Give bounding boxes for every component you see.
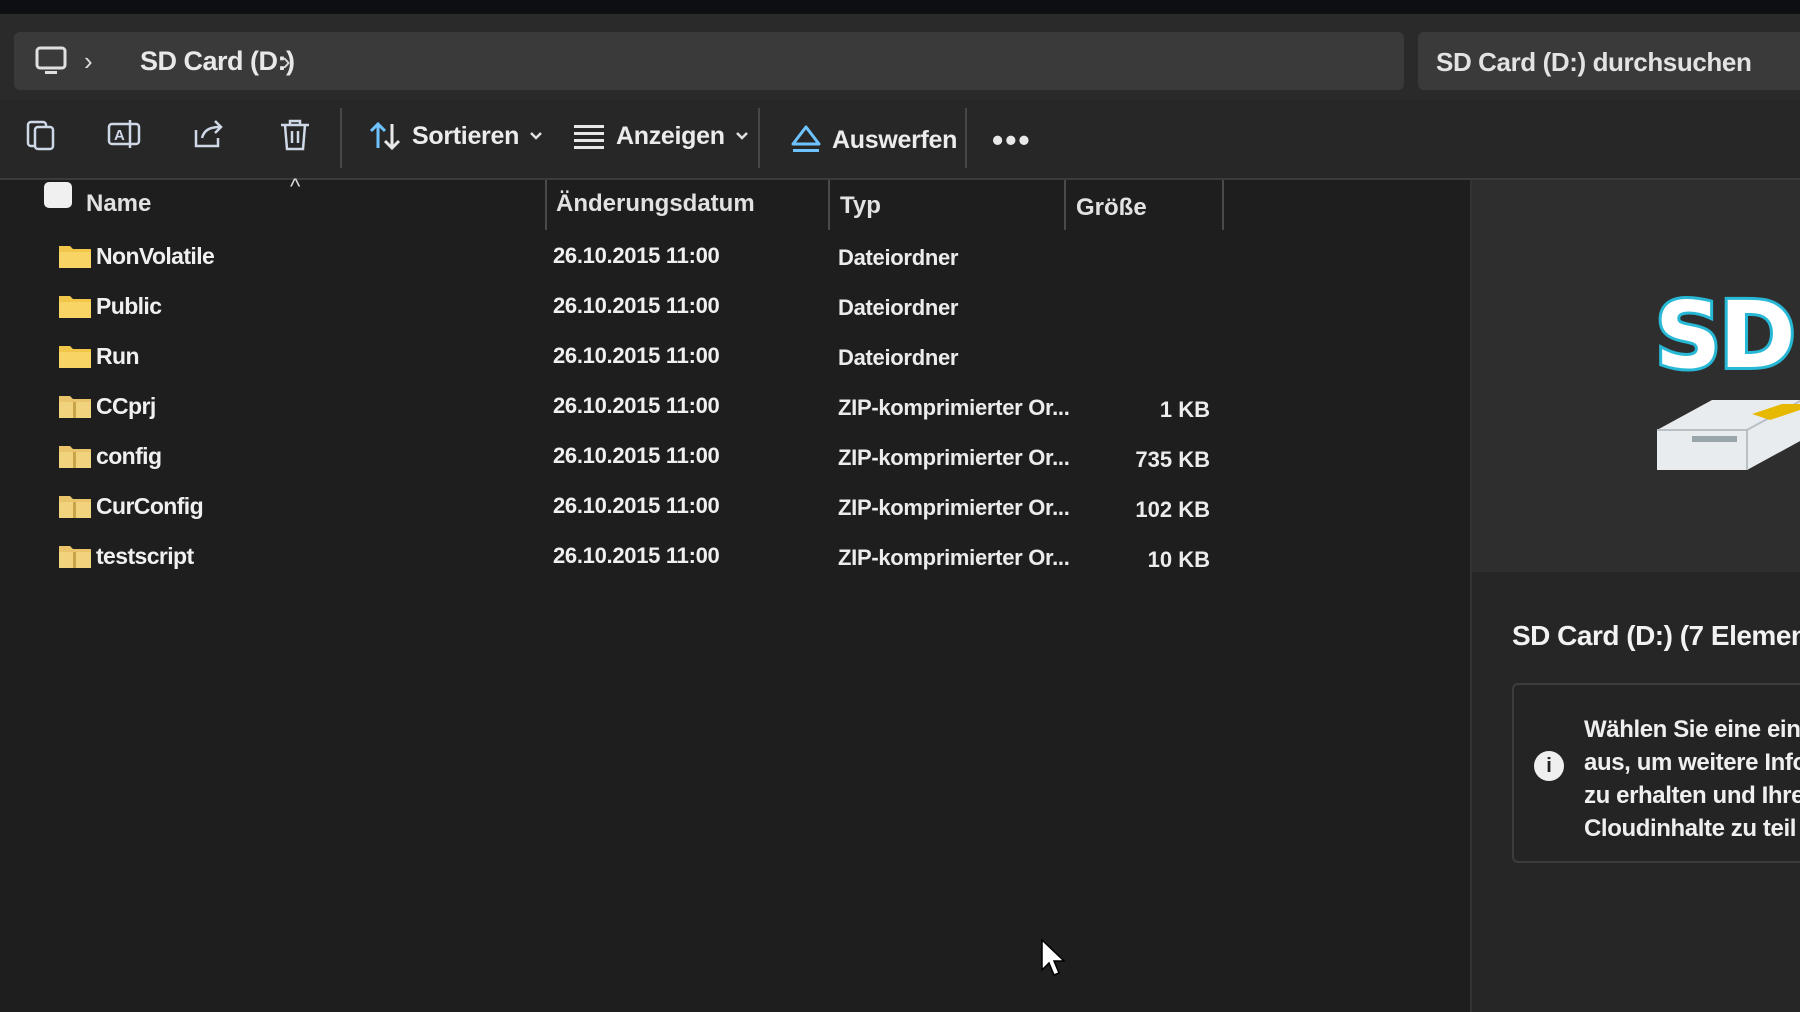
file-list: ^ Name Änderungsdatum Typ Größe NonVolat… <box>0 174 1470 1012</box>
toolbar-divider <box>965 108 967 168</box>
eject-label: Auswerfen <box>832 125 958 154</box>
preview-area: SD <box>1472 180 1800 572</box>
view-list-icon <box>574 125 604 149</box>
sort-icon <box>369 121 401 151</box>
column-header-size[interactable]: Größe <box>1076 180 1226 230</box>
file-row[interactable]: testscript 26.10.2015 11:00 ZIP-komprimi… <box>0 535 1230 585</box>
sort-label: Sortieren <box>412 121 520 150</box>
column-header-type[interactable]: Typ <box>840 180 1060 230</box>
file-row[interactable]: config 26.10.2015 11:00 ZIP-komprimierte… <box>0 435 1230 485</box>
file-date: 26.10.2015 11:00 <box>553 393 720 418</box>
eject-icon <box>791 125 821 152</box>
info-box: i Wählen Sie eine ein aus, um weitere In… <box>1512 683 1800 863</box>
view-button[interactable]: Anzeigen <box>572 116 749 156</box>
file-name: Public <box>96 293 162 319</box>
zip-folder-icon <box>59 446 91 468</box>
column-divider[interactable] <box>828 180 830 230</box>
column-divider[interactable] <box>1222 180 1224 230</box>
folder-icon <box>59 346 91 368</box>
command-bar: A Sortieren Anzeigen Auswerfen ••• <box>0 100 1800 180</box>
mouse-cursor-icon <box>1041 938 1066 976</box>
address-bar: › SD Card (D:) › SD Card (D:) durchsuche… <box>0 14 1800 100</box>
file-type: Dateiordner <box>838 295 959 320</box>
chevron-down-icon <box>735 132 748 140</box>
zip-folder-icon <box>59 396 91 418</box>
file-row[interactable]: Public 26.10.2015 11:00 Dateiordner <box>0 285 1230 335</box>
file-name: CCprj <box>96 393 156 419</box>
file-size: 10 KB <box>1147 547 1210 572</box>
file-name: CurConfig <box>96 493 204 519</box>
file-name: Run <box>96 343 140 369</box>
file-type: ZIP-komprimierter Or... <box>838 495 1070 520</box>
search-input[interactable]: SD Card (D:) durchsuchen <box>1418 32 1800 90</box>
file-name: NonVolatile <box>96 243 215 269</box>
pane-title: SD Card (D:) (7 Elemen <box>1512 620 1800 651</box>
file-size: 1 KB <box>1159 397 1210 422</box>
top-edge <box>0 0 1800 14</box>
file-row[interactable]: Run 26.10.2015 11:00 Dateiordner <box>0 335 1230 385</box>
rename-icon[interactable]: A <box>106 116 144 154</box>
info-icon: i <box>1534 751 1564 781</box>
file-name: testscript <box>96 543 194 569</box>
details-pane: SD SD Card (D:) (7 Elemen i Wählen Sie e… <box>1470 180 1800 1012</box>
this-pc-icon[interactable] <box>34 44 68 78</box>
column-header-date[interactable]: Änderungsdatum <box>556 180 826 230</box>
share-icon[interactable] <box>190 116 228 154</box>
file-row[interactable]: CurConfig 26.10.2015 11:00 ZIP-komprimie… <box>0 485 1230 535</box>
more-options-button[interactable]: ••• <box>992 122 1032 159</box>
file-type: ZIP-komprimierter Or... <box>838 395 1070 420</box>
breadcrumb[interactable]: › SD Card (D:) › <box>14 32 1404 90</box>
view-label: Anzeigen <box>616 121 725 150</box>
file-size: 102 KB <box>1135 497 1210 522</box>
eject-button[interactable]: Auswerfen <box>790 120 957 160</box>
folder-icon <box>59 246 91 268</box>
file-type: Dateiordner <box>838 345 959 370</box>
chevron-right-icon[interactable]: › <box>282 46 291 77</box>
select-all-checkbox[interactable] <box>44 182 72 208</box>
folder-icon <box>59 296 91 318</box>
sort-button[interactable]: Sortieren <box>368 116 543 156</box>
file-type: ZIP-komprimierter Or... <box>838 445 1070 470</box>
copy-icon[interactable] <box>22 116 60 154</box>
chevron-down-icon <box>530 132 542 140</box>
breadcrumb-sd-card[interactable]: SD Card (D:) <box>140 46 295 77</box>
column-header-row: ^ Name Änderungsdatum Typ Größe <box>0 174 1230 230</box>
chevron-right-icon[interactable]: › <box>84 46 93 77</box>
sd-card-logo: SD <box>1652 279 1799 392</box>
search-placeholder: SD Card (D:) durchsuchen <box>1436 47 1752 77</box>
file-date: 26.10.2015 11:00 <box>553 543 720 568</box>
drive-icon <box>1657 399 1800 470</box>
info-text: Wählen Sie eine ein aus, um weitere Info… <box>1584 716 1800 842</box>
svg-text:A: A <box>114 127 125 144</box>
delete-icon[interactable] <box>276 116 314 154</box>
file-name: config <box>96 443 162 469</box>
file-date: 26.10.2015 11:00 <box>553 493 720 518</box>
file-type: Dateiordner <box>838 245 959 270</box>
file-date: 26.10.2015 11:00 <box>553 243 720 268</box>
file-date: 26.10.2015 11:00 <box>553 293 720 318</box>
column-divider[interactable] <box>545 180 547 230</box>
file-date: 26.10.2015 11:00 <box>553 343 720 368</box>
file-row[interactable]: CCprj 26.10.2015 11:00 ZIP-komprimierter… <box>0 385 1230 435</box>
column-divider[interactable] <box>1064 180 1066 230</box>
file-row[interactable]: NonVolatile 26.10.2015 11:00 Dateiordner <box>0 235 1230 285</box>
file-size: 735 KB <box>1135 447 1210 472</box>
file-date: 26.10.2015 11:00 <box>553 443 720 468</box>
column-header-name[interactable]: Name <box>86 180 546 230</box>
toolbar-divider <box>340 108 342 168</box>
toolbar-divider <box>758 108 760 168</box>
file-type: ZIP-komprimierter Or... <box>838 545 1070 570</box>
zip-folder-icon <box>59 546 91 568</box>
zip-folder-icon <box>59 496 91 518</box>
